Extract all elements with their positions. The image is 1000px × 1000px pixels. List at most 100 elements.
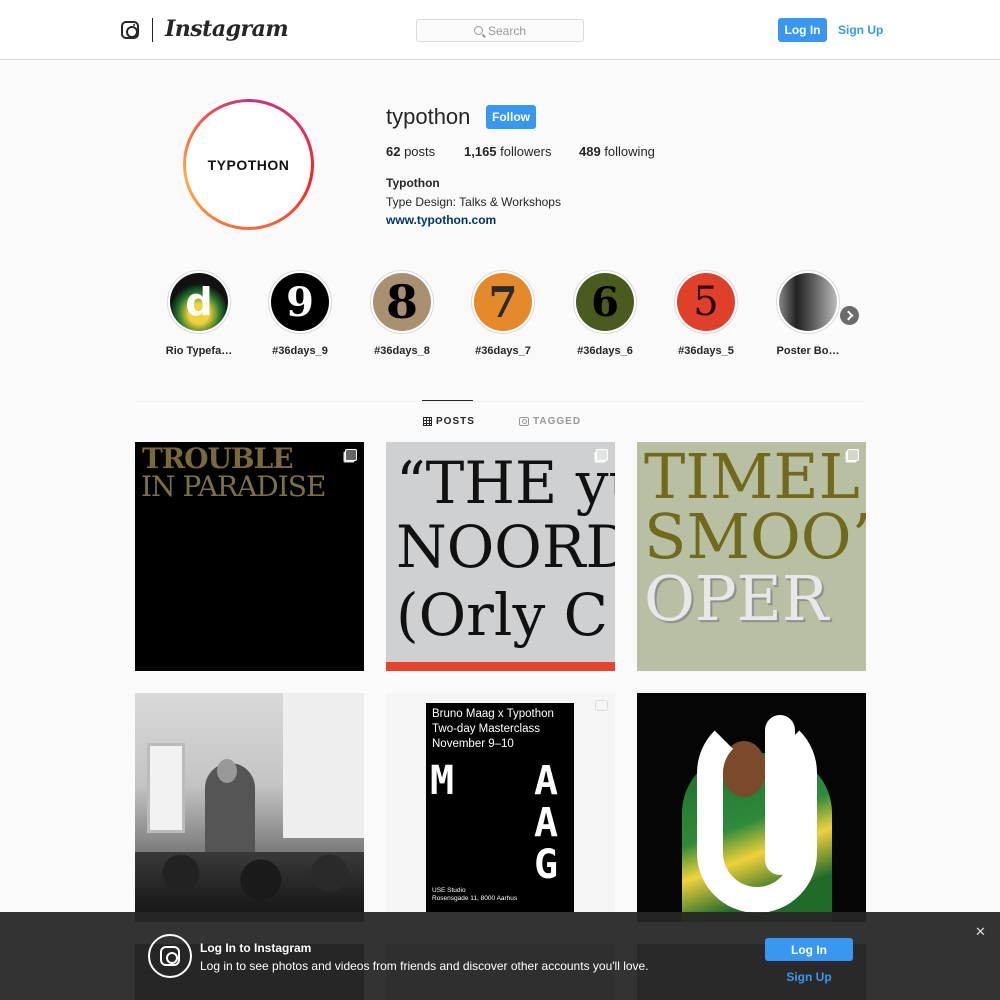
highlight-cover: 6 bbox=[576, 273, 634, 331]
highlight-36days-8[interactable]: 8 #36days_8 bbox=[369, 270, 435, 357]
post-tile[interactable]: TROUBLE IN PARADISE bbox=[135, 442, 364, 671]
highlight-cover: d bbox=[170, 273, 228, 331]
search-input[interactable]: Search bbox=[416, 19, 584, 42]
top-nav-bar: Instagram Search Log In Sign Up bbox=[0, 0, 1000, 60]
logo-divider bbox=[152, 18, 153, 42]
poster-letter: A bbox=[534, 758, 559, 804]
highlight-36days-5[interactable]: 5 #36days_5 bbox=[673, 270, 739, 357]
poster-text-line: November 9–10 bbox=[432, 738, 514, 750]
post-tile[interactable] bbox=[637, 693, 866, 922]
poster-text-line: Bruno Maag x Typothon bbox=[432, 708, 554, 720]
signup-link[interactable]: Sign Up bbox=[838, 23, 883, 37]
poster-letter: A bbox=[534, 800, 559, 846]
profile-full-name: Typothon bbox=[386, 176, 440, 190]
post-tile[interactable]: “THE yu NOORDI (Orly C bbox=[386, 442, 615, 671]
highlight-36days-6[interactable]: 6 #36days_6 bbox=[572, 270, 638, 357]
highlight-glyph: 6 bbox=[591, 278, 619, 326]
tab-posts[interactable]: POSTS bbox=[423, 416, 475, 427]
highlight-ring: d bbox=[167, 270, 231, 334]
highlight-ring bbox=[776, 270, 840, 334]
follow-button[interactable]: Follow bbox=[486, 105, 536, 129]
photo-letter-d-shape bbox=[697, 713, 817, 913]
photo-letter-d-stem bbox=[765, 715, 795, 875]
highlight-cover: 7 bbox=[474, 273, 532, 331]
highlight-ring: 5 bbox=[674, 270, 738, 334]
highlight-36days-9[interactable]: 9 #36days_9 bbox=[267, 270, 333, 357]
avatar-image: TYPOTHON bbox=[186, 102, 311, 227]
highlight-poster-book[interactable]: Poster Bo… bbox=[775, 270, 841, 357]
banner-title: Log In to Instagram bbox=[200, 941, 312, 955]
following-count-number: 489 bbox=[579, 144, 601, 159]
post-text-line: TIMEL bbox=[644, 442, 860, 513]
login-prompt-banner: Log In to Instagram Log in to see photos… bbox=[0, 912, 1000, 1000]
banner-login-button[interactable]: Log In bbox=[765, 938, 853, 961]
highlight-ring: 8 bbox=[370, 270, 434, 334]
highlight-label: Rio Typefa… bbox=[165, 345, 233, 357]
post-text-line: OPER bbox=[644, 562, 829, 635]
avatar-logo-text: TYPOTHON bbox=[207, 156, 290, 173]
post-tile[interactable]: TIMEL SMOO’ OPER bbox=[637, 442, 866, 671]
profile-bio: Type Design: Talks & Workshops bbox=[386, 195, 561, 209]
carousel-icon bbox=[847, 449, 859, 461]
highlight-label: #36days_7 bbox=[475, 345, 531, 357]
instagram-wordmark-logo[interactable]: Instagram bbox=[165, 16, 289, 42]
photo-speaker-head bbox=[217, 759, 237, 783]
banner-signup-link[interactable]: Sign Up bbox=[765, 970, 853, 984]
post-text-line: IN PARADISE bbox=[141, 470, 326, 503]
banner-description: Log in to see photos and videos from fri… bbox=[200, 959, 649, 973]
highlight-ring: 9 bbox=[268, 270, 332, 334]
followers-count-number: 1,165 bbox=[464, 144, 497, 159]
grid-icon bbox=[423, 417, 432, 426]
search-icon bbox=[473, 26, 483, 35]
instagram-glyph-icon[interactable] bbox=[121, 21, 139, 39]
post-accent-bar bbox=[386, 662, 615, 671]
highlight-glyph: 9 bbox=[286, 278, 314, 326]
posts-count-number: 62 bbox=[386, 144, 401, 159]
highlight-rio-typeface[interactable]: d Rio Typefa… bbox=[166, 270, 232, 357]
highlight-ring: 6 bbox=[573, 270, 637, 334]
following-count[interactable]: 489 following bbox=[579, 144, 655, 159]
instagram-glyph-icon bbox=[148, 934, 192, 978]
followers-count[interactable]: 1,165 followers bbox=[464, 144, 551, 159]
tab-tagged[interactable]: TAGGED bbox=[519, 416, 581, 427]
highlight-label: #36days_5 bbox=[678, 345, 734, 357]
tab-posts-label: POSTS bbox=[436, 416, 475, 427]
close-icon[interactable]: ✕ bbox=[975, 924, 986, 940]
highlight-label: Poster Bo… bbox=[776, 345, 840, 357]
poster-text-line: Two-day Masterclass bbox=[432, 723, 541, 735]
post-text-line: NOORDI bbox=[396, 513, 615, 581]
search-placeholder: Search bbox=[487, 23, 527, 38]
post-tile[interactable] bbox=[135, 693, 364, 922]
highlight-label: #36days_8 bbox=[374, 345, 430, 357]
tagged-icon bbox=[519, 417, 529, 426]
highlights-next-arrow-icon[interactable] bbox=[840, 306, 859, 325]
photo-projection-screen bbox=[283, 693, 364, 838]
post-text-line: “THE yu bbox=[396, 449, 615, 517]
carousel-icon bbox=[345, 449, 357, 461]
profile-website-link[interactable]: www.typothon.com bbox=[386, 213, 496, 227]
masterclass-poster: Bruno Maag x Typothon Two-day Masterclas… bbox=[426, 703, 574, 912]
active-tab-indicator bbox=[422, 400, 473, 401]
tab-tagged-label: TAGGED bbox=[533, 416, 582, 427]
profile-avatar[interactable]: TYPOTHON bbox=[183, 99, 314, 230]
poster-letter: M bbox=[430, 758, 455, 804]
posts-count-label: posts bbox=[400, 144, 436, 159]
poster-footer-line: USE Studio bbox=[432, 887, 466, 894]
poster-footer-line: Rosensgade 11, 8000 Aarhus bbox=[432, 894, 518, 902]
highlight-glyph: 8 bbox=[385, 275, 418, 329]
post-tile[interactable]: Bruno Maag x Typothon Two-day Masterclas… bbox=[386, 693, 615, 922]
tabs-divider bbox=[135, 401, 865, 402]
poster-footer: USE Studio Rosensgade 11, 8000 Aarhus bbox=[432, 887, 517, 903]
video-icon bbox=[595, 700, 608, 711]
followers-count-label: followers bbox=[496, 144, 552, 159]
login-button[interactable]: Log In bbox=[778, 18, 827, 42]
highlight-cover: 8 bbox=[373, 273, 431, 331]
camera-glyph bbox=[160, 946, 180, 966]
carousel-icon bbox=[596, 449, 608, 461]
highlight-cover: 5 bbox=[677, 273, 735, 331]
highlight-36days-7[interactable]: 7 #36days_7 bbox=[470, 270, 536, 357]
highlight-cover: 9 bbox=[271, 273, 329, 331]
highlight-label: #36days_9 bbox=[272, 345, 328, 357]
profile-username: typothon bbox=[386, 104, 471, 129]
highlight-cover bbox=[779, 273, 837, 331]
